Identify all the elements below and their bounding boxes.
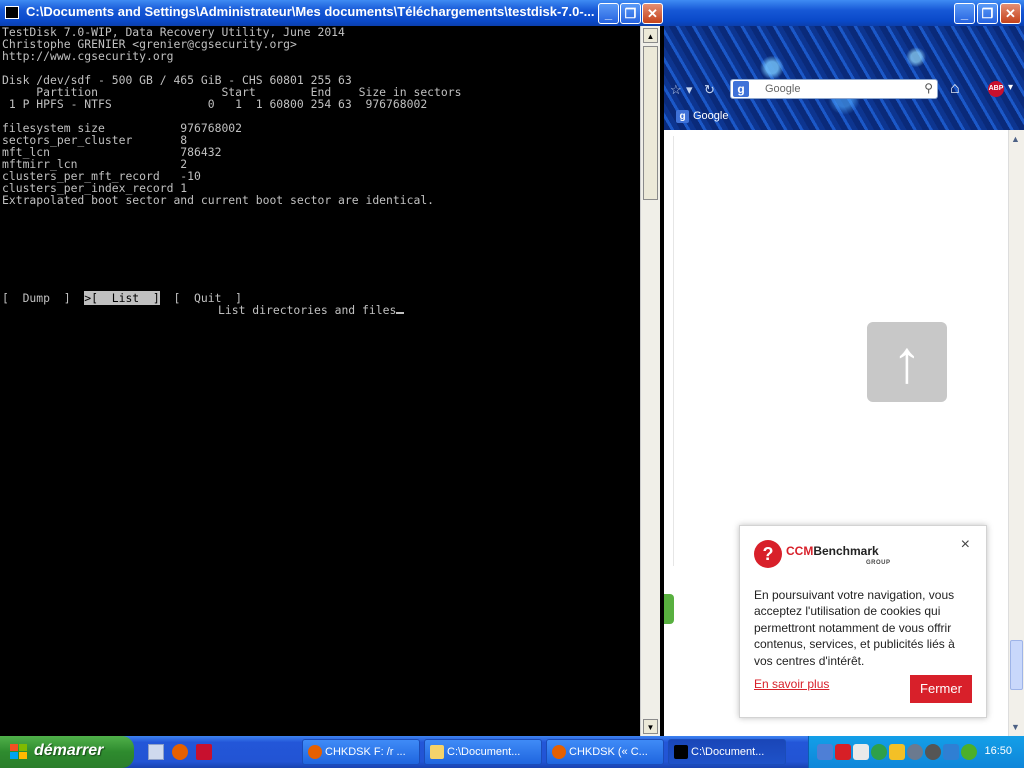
close-button[interactable]: ✕	[1000, 3, 1021, 24]
console-icon	[674, 745, 688, 759]
brand-group: GROUP	[866, 560, 891, 566]
utorrent-icon[interactable]	[871, 744, 887, 760]
scrollbar-thumb[interactable]	[1010, 640, 1023, 690]
console-titlebar: C:\Documents and Settings\Administrateur…	[0, 0, 664, 26]
volume-icon[interactable]	[943, 744, 959, 760]
console-text: TestDisk 7.0-WIP, Data Recovery Utility,…	[2, 26, 462, 207]
acrobat-icon[interactable]	[196, 744, 212, 760]
search-box[interactable]: g Google ⚲	[730, 79, 938, 99]
taskbar-item[interactable]: CHKDSK (« C...	[546, 739, 664, 765]
show-desktop-icon[interactable]	[148, 744, 164, 760]
browser-titlebar: _ ❐ ✕	[664, 0, 1024, 26]
bookmark-label: Google	[693, 110, 729, 122]
search-icon[interactable]: ⚲	[924, 81, 933, 95]
cookie-banner: ? CCMBenchmark GROUP × En poursuivant vo…	[739, 525, 987, 718]
close-icon[interactable]: ×	[961, 536, 970, 554]
close-button[interactable]: ✕	[642, 3, 663, 24]
content-divider	[667, 136, 674, 566]
reload-icon[interactable]: ↻	[704, 82, 715, 98]
scroll-down-icon[interactable]: ▼	[643, 719, 658, 734]
taskbar-item[interactable]: C:\Document...	[424, 739, 542, 765]
bookmark-google[interactable]: g Google	[676, 110, 728, 123]
testdisk-menu: [ Dump ] >[ List ] [ Quit ]	[2, 291, 242, 305]
search-input[interactable]: Google	[765, 83, 800, 95]
settings-icon[interactable]	[925, 744, 941, 760]
minimize-button[interactable]: _	[598, 3, 619, 24]
taskbar-item-label: C:\Document...	[447, 746, 521, 758]
dropdown-icon[interactable]: ▾	[686, 82, 693, 98]
list-menu-item[interactable]: >[ List ]	[84, 291, 160, 305]
start-label: démarrer	[34, 742, 104, 759]
menu-hint: List directories and files	[218, 304, 405, 316]
maximize-button[interactable]: ❐	[977, 3, 998, 24]
console-icon	[5, 6, 19, 19]
learn-more-link[interactable]: En savoir plus	[754, 677, 829, 691]
scroll-to-top-icon[interactable]: ↑	[867, 322, 947, 402]
ccm-logo-icon: ?	[754, 540, 782, 568]
cookie-message: En poursuivant votre navigation, vous ac…	[754, 588, 955, 668]
console-scrollbar[interactable]: ▲ ▼	[640, 26, 660, 736]
clock: 16:50	[984, 745, 1012, 757]
system-tray: 16:50	[808, 736, 1024, 768]
folder-icon	[430, 745, 444, 759]
firefox-icon	[552, 745, 566, 759]
text-cursor	[396, 312, 405, 314]
home-icon[interactable]: ⌂	[950, 80, 960, 98]
google-icon: g	[676, 110, 689, 123]
taskbar: démarrer CHKDSK F: /r ... C:\Document... C…	[0, 736, 1024, 768]
scroll-up-icon[interactable]: ▲	[1011, 134, 1020, 144]
window-title: C:\Documents and Settings\Administrateur…	[26, 4, 595, 19]
dump-menu-item[interactable]: [ Dump ]	[2, 291, 71, 305]
antivirus-icon[interactable]	[835, 744, 851, 760]
console-output: TestDisk 7.0-WIP, Data Recovery Utility,…	[0, 26, 640, 736]
star-icon[interactable]: ☆	[670, 82, 682, 98]
taskbar-item-label: C:\Document...	[691, 746, 765, 758]
scroll-down-icon[interactable]: ▼	[1011, 722, 1020, 732]
side-tab[interactable]	[664, 594, 674, 624]
wifi-icon[interactable]	[889, 744, 905, 760]
firefox-icon	[308, 745, 322, 759]
console-window: C:\Documents and Settings\Administrateur…	[0, 0, 664, 736]
taskbar-item-label: CHKDSK F: /r ...	[325, 746, 406, 758]
fermer-button[interactable]: Fermer	[910, 675, 972, 703]
taskbar-item-label: CHKDSK (« C...	[569, 746, 648, 758]
firefox-icon[interactable]	[172, 744, 188, 760]
scrollbar-thumb[interactable]	[643, 46, 658, 200]
vlc-icon[interactable]	[853, 744, 869, 760]
minimize-button[interactable]: _	[954, 3, 975, 24]
brand-name: CCMBenchmark	[786, 544, 879, 558]
google-icon: g	[733, 81, 749, 97]
taskbar-item[interactable]: C:\Document...	[668, 739, 786, 765]
webcam-icon[interactable]	[907, 744, 923, 760]
restore-button[interactable]: ❐	[620, 3, 641, 24]
network-icon[interactable]	[817, 744, 833, 760]
scroll-up-icon[interactable]: ▲	[643, 28, 658, 43]
taskbar-item[interactable]: CHKDSK F: /r ...	[302, 739, 420, 765]
browser-scrollbar[interactable]: ▲ ▼	[1008, 130, 1024, 736]
messenger-icon[interactable]	[961, 744, 977, 760]
chevron-down-icon[interactable]: ▾	[1008, 82, 1013, 93]
adblock-icon[interactable]: ABP	[988, 81, 1004, 97]
start-button[interactable]: démarrer	[0, 736, 134, 768]
windows-logo-icon	[10, 744, 28, 760]
